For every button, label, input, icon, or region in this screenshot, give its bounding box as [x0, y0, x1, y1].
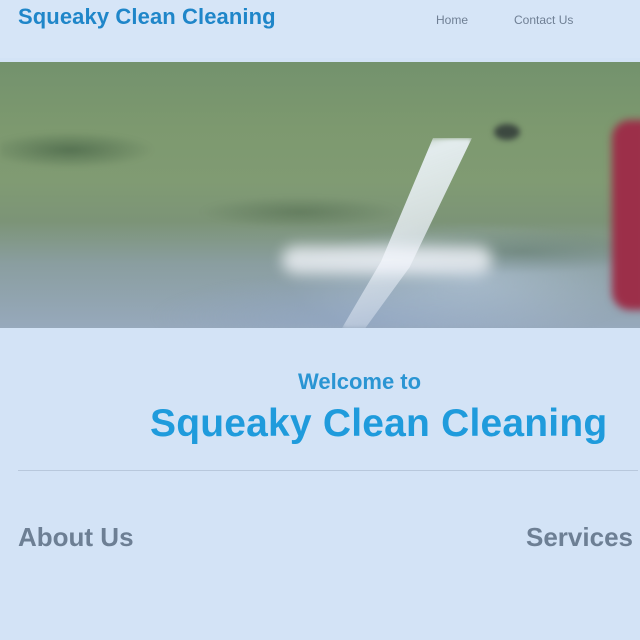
hero-glow [282, 246, 492, 274]
nav-home-link[interactable]: Home [436, 13, 468, 27]
hero-image [0, 62, 640, 328]
section-divider [18, 470, 638, 471]
welcome-title: Squeaky Clean Cleaning [150, 402, 608, 445]
nozzle-shape [494, 124, 520, 140]
hero-background [0, 62, 640, 328]
about-text [18, 548, 498, 560]
page: Squeaky Clean Cleaning Home Contact Us W… [0, 0, 640, 640]
services-heading: Services [526, 521, 633, 552]
red-equipment-shape [612, 120, 640, 310]
nav-contact-link[interactable]: Contact Us [514, 13, 573, 27]
welcome-subtitle: Welcome to [298, 369, 422, 394]
site-header: Squeaky Clean Cleaning Home Contact Us [0, 0, 640, 58]
site-brand[interactable]: Squeaky Clean Cleaning [18, 4, 276, 30]
